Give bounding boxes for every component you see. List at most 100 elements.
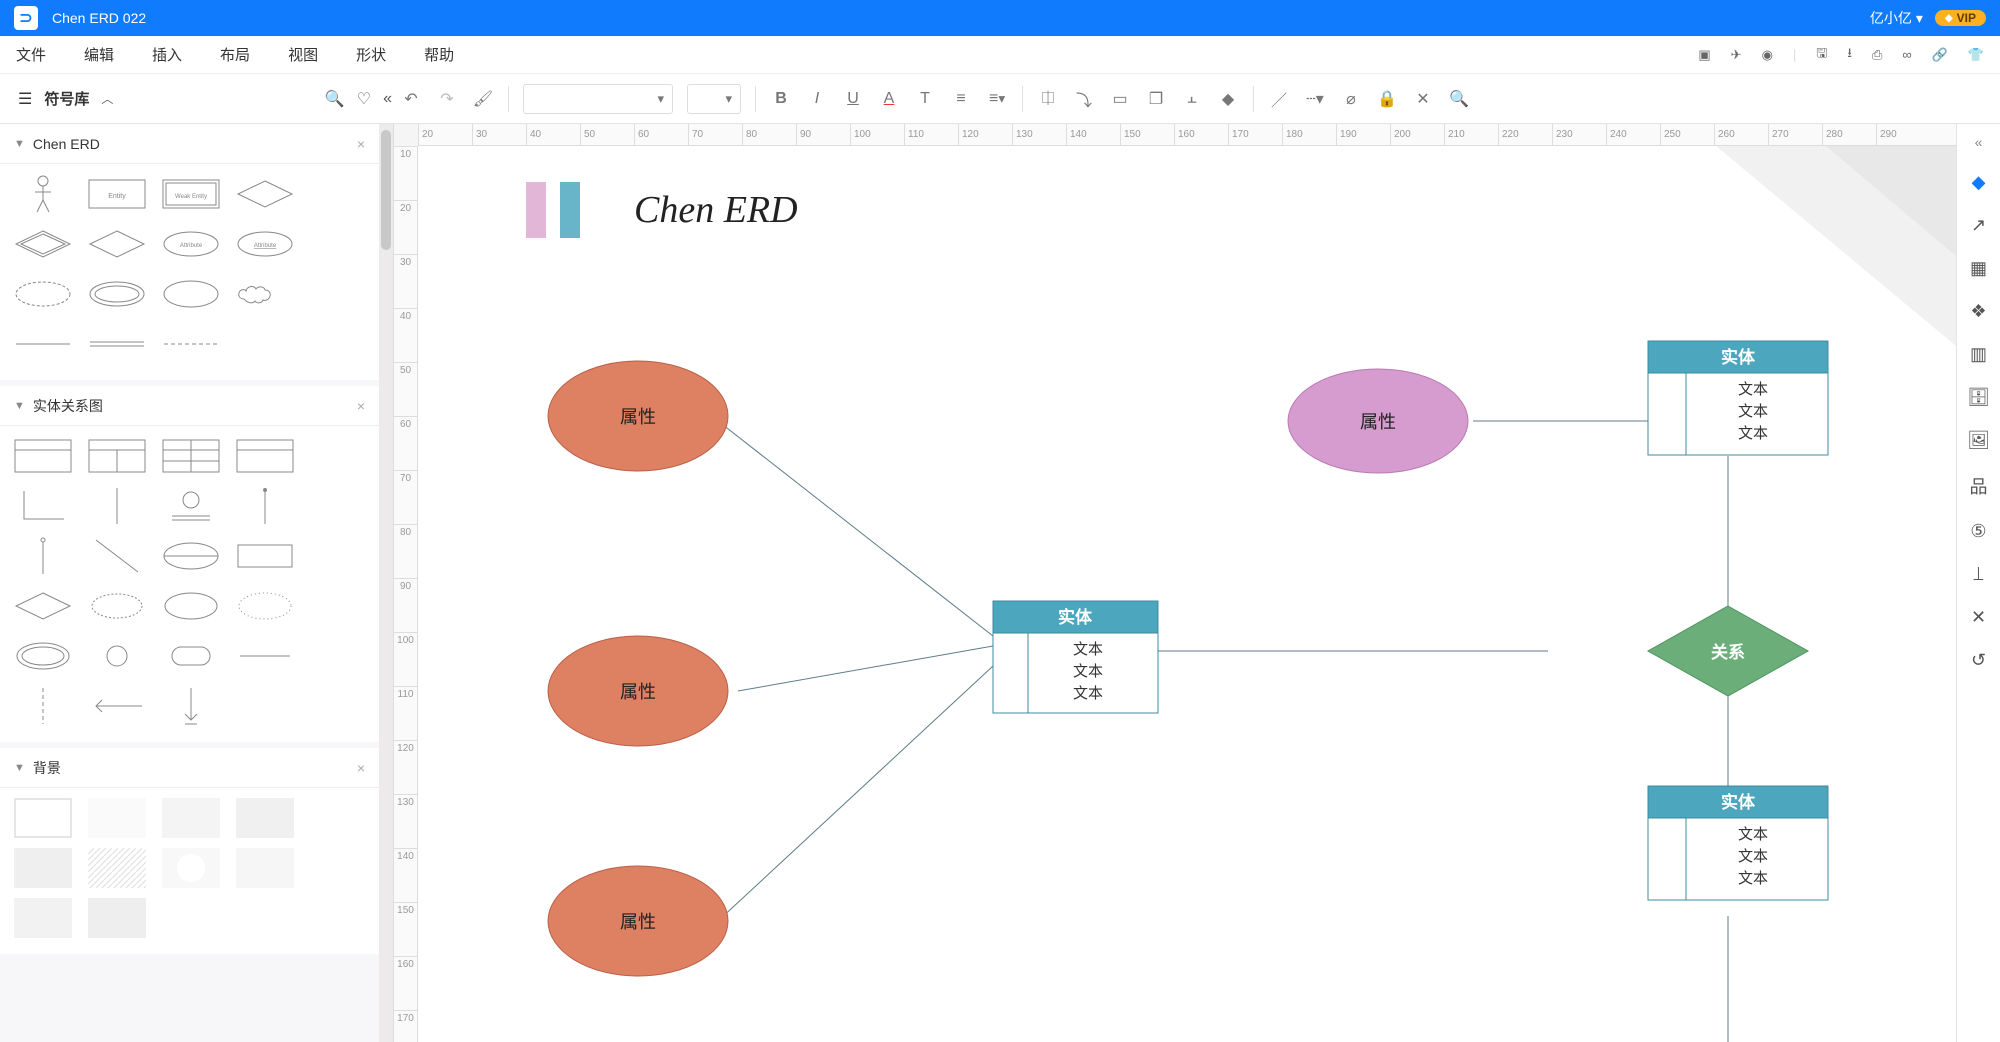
- shape-table1[interactable]: [12, 436, 74, 476]
- shape-vline-dot[interactable]: [234, 486, 296, 526]
- grid-icon[interactable]: ▦: [1970, 258, 1987, 279]
- bg-swatch[interactable]: [12, 848, 74, 888]
- shape-vline-dot2[interactable]: [12, 536, 74, 576]
- menu-help[interactable]: 帮助: [424, 44, 454, 65]
- play-icon[interactable]: ◉: [1762, 47, 1773, 63]
- shape-ellipse-split[interactable]: [160, 536, 222, 576]
- shape-arrow-down[interactable]: [160, 686, 222, 726]
- canvas[interactable]: Chen ERD 属性 属性: [418, 146, 1956, 1042]
- line-dash-button[interactable]: ┄▾: [1304, 89, 1326, 109]
- history-icon[interactable]: ↺: [1971, 650, 1986, 671]
- fontsize-select[interactable]: ▾: [687, 84, 741, 114]
- menu-view[interactable]: 视图: [288, 44, 318, 65]
- shape-attribute[interactable]: Attribute: [160, 224, 222, 264]
- find-button[interactable]: 🔍: [1448, 89, 1470, 109]
- text-color-button[interactable]: A: [878, 90, 900, 108]
- attribute-node-pink[interactable]: 属性: [1288, 369, 1468, 473]
- shape-key-attribute[interactable]: Attribute: [234, 224, 296, 264]
- bg-swatch[interactable]: [234, 798, 296, 838]
- shirt-icon[interactable]: 👕: [1968, 47, 1984, 63]
- fit-icon[interactable]: ▣: [1698, 47, 1710, 63]
- shape-line-dashed[interactable]: [160, 324, 222, 364]
- shape-circle[interactable]: [86, 636, 148, 676]
- section-header-bg[interactable]: ▼ 背景 ×: [0, 748, 379, 788]
- collapse-right-icon[interactable]: «: [1975, 134, 1983, 150]
- close-icon[interactable]: ×: [357, 136, 365, 152]
- heart-icon[interactable]: ♡: [357, 89, 371, 109]
- entity-table[interactable]: 实体 文本 文本 文本: [993, 601, 1158, 713]
- link-icon[interactable]: 🔗: [1932, 47, 1948, 63]
- shape-rect[interactable]: [234, 536, 296, 576]
- shape-diagonal[interactable]: [86, 536, 148, 576]
- shape-line-double[interactable]: [86, 324, 148, 364]
- shape-attribute-ellipse[interactable]: [160, 274, 222, 314]
- ruler-icon[interactable]: ⟘: [1973, 564, 1984, 585]
- line-height-button[interactable]: ≡▾: [986, 90, 1008, 108]
- number-icon[interactable]: ⑤: [1970, 521, 1986, 542]
- underline-button[interactable]: U: [842, 90, 864, 108]
- app-logo[interactable]: ⊃: [14, 6, 38, 30]
- save-icon[interactable]: 🖫: [1816, 44, 1827, 66]
- menu-edit[interactable]: 编辑: [84, 44, 114, 65]
- redo-button[interactable]: ↷: [436, 89, 458, 109]
- chevron-up-icon[interactable]: ︿: [101, 90, 113, 107]
- shape-table4[interactable]: [234, 436, 296, 476]
- shape-weak-relationship[interactable]: [12, 224, 74, 264]
- menu-layout[interactable]: 布局: [220, 44, 250, 65]
- shape-cloud[interactable]: [234, 274, 296, 314]
- sitemap-icon[interactable]: 品: [1970, 473, 1988, 499]
- shape-derived-attribute[interactable]: [12, 274, 74, 314]
- shape-hline[interactable]: [234, 636, 296, 676]
- database-icon[interactable]: 🗄: [1967, 387, 1990, 408]
- left-scrollbar[interactable]: [379, 124, 393, 1042]
- entity-table[interactable]: 实体 文本 文本 文本: [1648, 786, 1828, 900]
- shape-vline-dash[interactable]: [12, 686, 74, 726]
- bg-swatch[interactable]: [12, 798, 74, 838]
- send-icon[interactable]: ✈: [1731, 47, 1742, 63]
- export-icon[interactable]: ↗: [1971, 215, 1986, 236]
- shape-vline[interactable]: [86, 486, 148, 526]
- text-highlight-button[interactable]: T: [914, 90, 936, 108]
- undo-button[interactable]: ↶: [400, 89, 422, 109]
- section-header-er[interactable]: ▼ 实体关系图 ×: [0, 386, 379, 426]
- align-objects-button[interactable]: ⫠: [1181, 90, 1203, 108]
- menu-shape[interactable]: 形状: [356, 44, 386, 65]
- entity-table[interactable]: 实体 文本 文本 文本: [1648, 341, 1828, 455]
- shuffle-icon[interactable]: ✕: [1971, 607, 1986, 628]
- bg-swatch[interactable]: [86, 798, 148, 838]
- shape-stadium[interactable]: [160, 636, 222, 676]
- italic-button[interactable]: I: [806, 90, 828, 108]
- section-header-chen[interactable]: ▼ Chen ERD ×: [0, 124, 379, 164]
- share-icon[interactable]: ∞: [1902, 47, 1911, 62]
- connector-button[interactable]: ⤵: [1073, 87, 1095, 111]
- vip-badge[interactable]: VIP: [1935, 10, 1986, 26]
- bold-button[interactable]: B: [770, 90, 792, 108]
- shape-multivalued-attribute[interactable]: [86, 274, 148, 314]
- shape-relationship[interactable]: [234, 174, 296, 214]
- shape-ellipse-double[interactable]: [12, 636, 74, 676]
- present-icon[interactable]: ▥: [1970, 344, 1987, 365]
- bg-swatch[interactable]: [86, 848, 148, 888]
- format-painter-button[interactable]: 🖌: [472, 89, 494, 109]
- shape-dotted-ellipse[interactable]: [86, 586, 148, 626]
- search-icon[interactable]: 🔍: [325, 89, 345, 109]
- relationship-node[interactable]: 关系: [1648, 606, 1808, 696]
- clear-format-button[interactable]: ⌀: [1340, 89, 1362, 109]
- attribute-node[interactable]: 属性: [548, 636, 728, 746]
- close-icon[interactable]: ×: [357, 398, 365, 414]
- layers-button[interactable]: ❐: [1145, 89, 1167, 109]
- bg-swatch[interactable]: [234, 848, 296, 888]
- print-icon[interactable]: ⎙: [1872, 47, 1882, 63]
- collapse-left-icon[interactable]: «: [383, 90, 392, 108]
- shape-line-solid[interactable]: [12, 324, 74, 364]
- font-select[interactable]: ▾: [523, 84, 673, 114]
- bg-swatch[interactable]: [12, 898, 74, 938]
- attribute-node[interactable]: 属性: [548, 361, 728, 471]
- container-button[interactable]: ▭: [1109, 89, 1131, 109]
- shape-person[interactable]: [12, 174, 74, 214]
- menu-insert[interactable]: 插入: [152, 44, 182, 65]
- shape-diamond[interactable]: [12, 586, 74, 626]
- line-style-button[interactable]: ／: [1268, 87, 1290, 111]
- shape-weak-entity[interactable]: Weak Entity: [160, 174, 222, 214]
- shape-table2[interactable]: [86, 436, 148, 476]
